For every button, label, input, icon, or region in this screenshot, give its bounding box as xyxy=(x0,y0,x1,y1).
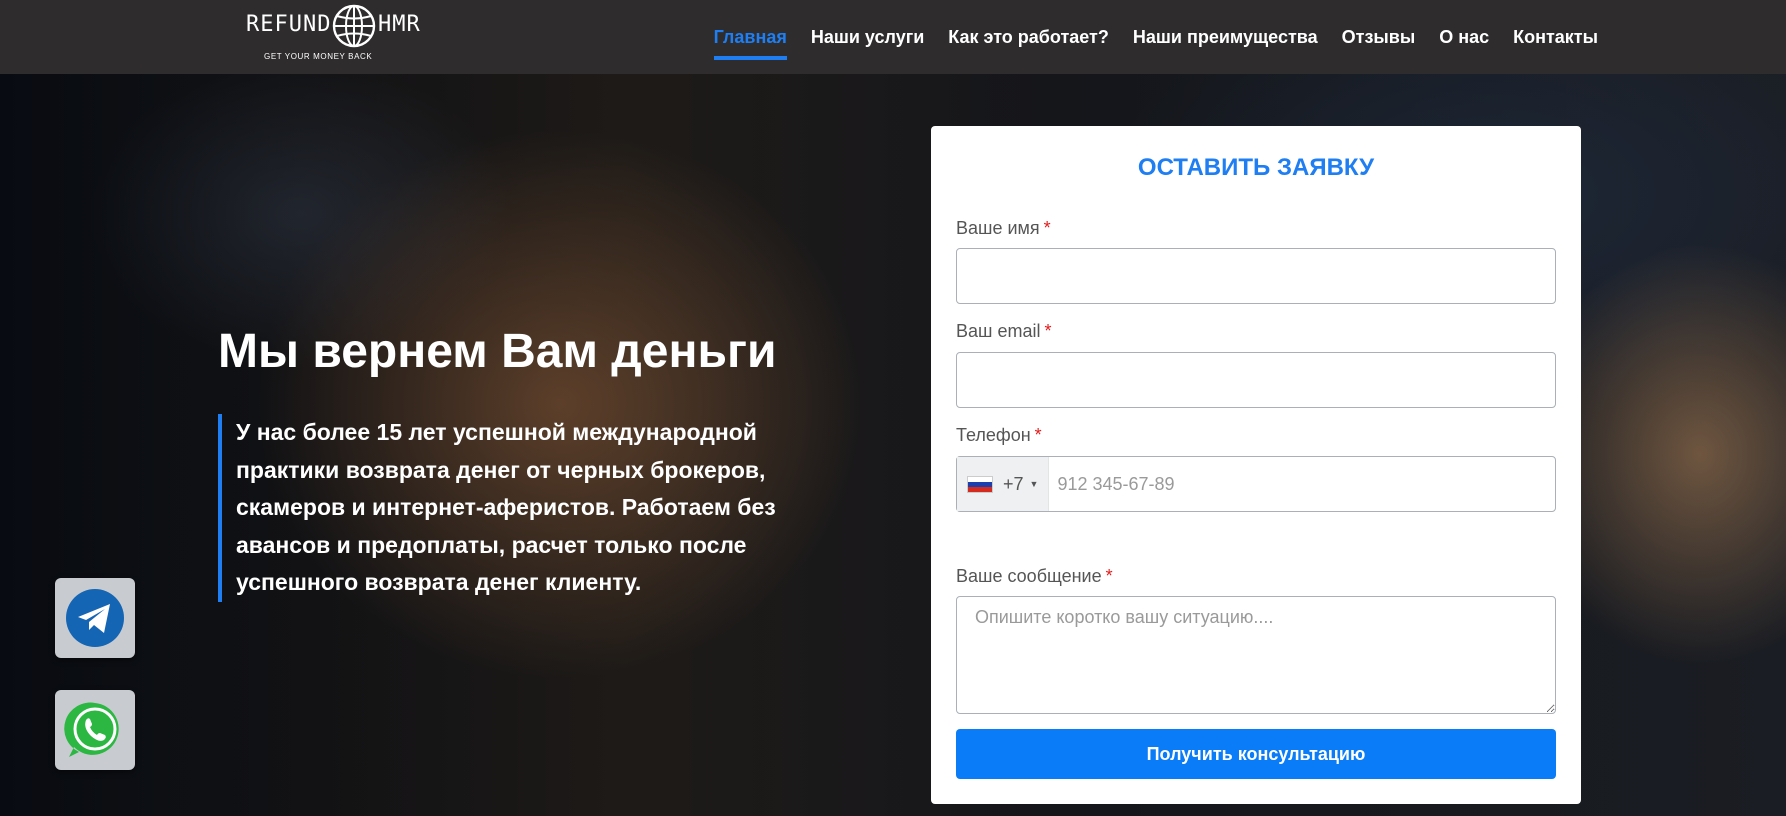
required-mark: * xyxy=(1034,425,1042,445)
nav-item-how-it-works[interactable]: Как это работает? xyxy=(936,0,1121,74)
phone-input[interactable] xyxy=(1049,457,1555,511)
main-nav: Главная Наши услуги Как это работает? На… xyxy=(702,0,1610,74)
request-form-card: ОСТАВИТЬ ЗАЯВКУ Ваше имя * Ваш email * Тел… xyxy=(931,126,1581,804)
nav-item-services[interactable]: Наши услуги xyxy=(799,0,936,74)
phone-field: +7 ▼ xyxy=(956,456,1556,512)
nav-item-home[interactable]: Главная xyxy=(702,0,799,74)
required-mark: * xyxy=(1043,218,1051,238)
site-logo[interactable]: REFUND HMR GET YOUR MONEY BACK xyxy=(246,2,428,66)
phone-label: Телефон * xyxy=(956,425,1042,445)
email-label: Ваш email * xyxy=(956,321,1052,341)
whatsapp-icon xyxy=(64,702,119,757)
telegram-icon xyxy=(66,589,124,647)
required-mark: * xyxy=(1044,321,1052,341)
name-input[interactable] xyxy=(956,248,1556,304)
required-mark: * xyxy=(1105,566,1113,586)
hero-description: У нас более 15 лет успешной международно… xyxy=(218,414,818,602)
site-header: REFUND HMR GET YOUR MONEY BACK Главная Н… xyxy=(0,0,1786,74)
hero-title: Мы вернем Вам деньги xyxy=(218,325,777,378)
telegram-button[interactable] xyxy=(55,578,135,658)
nav-item-reviews[interactable]: Отзывы xyxy=(1330,0,1428,74)
logo-word-left: REFUND xyxy=(246,12,332,37)
message-label: Ваше сообщение * xyxy=(956,566,1113,586)
get-consultation-button[interactable]: Получить консультацию xyxy=(956,729,1556,779)
dial-code: +7 xyxy=(1003,473,1024,494)
form-title: ОСТАВИТЬ ЗАЯВКУ xyxy=(1137,154,1375,181)
nav-item-contacts[interactable]: Контакты xyxy=(1501,0,1610,74)
message-textarea[interactable] xyxy=(956,596,1556,714)
whatsapp-button[interactable] xyxy=(55,690,135,770)
email-input[interactable] xyxy=(956,352,1556,408)
nav-item-about[interactable]: О нас xyxy=(1427,0,1501,74)
country-code-select[interactable]: +7 ▼ xyxy=(957,457,1050,511)
name-label: Ваше имя * xyxy=(956,218,1051,238)
nav-item-advantages[interactable]: Наши преимущества xyxy=(1121,0,1330,74)
chevron-down-icon: ▼ xyxy=(1029,479,1039,489)
logo-word-right: HMR xyxy=(378,12,421,37)
logo-tagline: GET YOUR MONEY BACK xyxy=(264,52,373,61)
globe-icon xyxy=(332,4,376,48)
russia-flag-icon xyxy=(967,475,993,493)
